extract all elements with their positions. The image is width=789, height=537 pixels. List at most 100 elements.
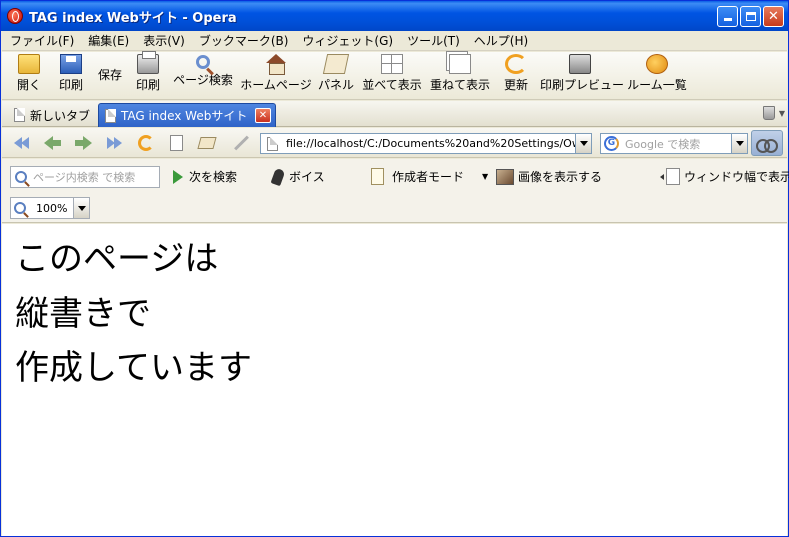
find-bar: ページ内検索 で検索 次を検索 ボイス 作成者モード ▼ 画像を表示する ウィン… [2,159,789,193]
close-icon: ✕ [768,9,779,24]
page-icon [105,108,116,123]
address-input[interactable]: file://localhost/C:/Documents%20and%20Se… [286,137,576,150]
minimize-icon [724,18,732,21]
reload-nav-icon[interactable] [138,135,154,151]
image-icon [496,168,514,185]
tile-icon [381,54,403,74]
open-button[interactable]: 開く [16,54,42,98]
author-mode-label: 作成者モード [392,170,465,184]
author-mode-button[interactable]: 作成者モード ▼ [371,168,488,185]
trash-dropdown-icon[interactable]: ▼ [779,109,785,118]
search-icon [15,171,27,183]
tab-close-icon[interactable]: ✕ [255,108,271,123]
author-mode-dropdown-icon[interactable]: ▼ [482,172,488,181]
content-line-2: 縦書きで [15,294,151,334]
cascade-label: 重ねて表示 [430,78,491,92]
page-search-input[interactable]: ページ内検索 で検索 [10,166,160,188]
address-bar[interactable]: file://localhost/C:/Documents%20and%20Se… [260,133,592,154]
document-icon [371,168,384,185]
back-icon[interactable] [44,135,62,151]
find-next-label: 次を検索 [189,170,238,184]
minimize-button[interactable] [717,6,738,27]
microphone-icon [270,167,286,186]
trash-icon[interactable] [763,106,775,120]
show-images-button[interactable]: 画像を表示する [496,168,602,185]
disk-icon [60,54,82,74]
show-images-label: 画像を表示する [518,170,603,184]
page-search-button[interactable]: ページ検索 [172,54,234,98]
fast-forward-icon[interactable] [105,135,123,151]
content-line-3: 作成しています [15,348,252,388]
zoom-select[interactable]: 100% [10,197,90,219]
title-bar[interactable]: TAG index Webサイト - Opera ✕ [1,1,788,31]
save-disk-button[interactable]: 印刷 [56,54,86,98]
tab-bar: 新しいタブ TAG index Webサイト ✕ ▼ [2,101,787,127]
close-button[interactable]: ✕ [763,6,784,27]
window-controls: ✕ [717,6,784,27]
cascade-button[interactable]: 重ねて表示 [430,54,490,98]
menu-file[interactable]: ファイル(F) [2,32,80,49]
folder-icon [18,54,40,74]
panel-button[interactable]: パネル [316,54,356,98]
panel-label: パネル [317,78,354,92]
new-page-icon [14,108,25,122]
print-preview-button[interactable]: 印刷プレビュー [540,54,624,98]
wand-icon[interactable] [197,137,217,149]
main-toolbar: 開く 印刷 保存 印刷 ページ検索 ホームページ パネル 並べて表示 重ねて表示… [2,51,787,100]
browser-window: TAG index Webサイト - Opera ✕ ファイル(F) 編集(E)… [0,0,789,537]
menu-tools[interactable]: ツール(T) [399,32,466,49]
voice-label: ボイス [289,170,325,184]
new-tab-button[interactable]: 新しいタブ [8,103,94,127]
find-next-button[interactable]: 次を検索 [173,168,237,185]
tile-button[interactable]: 並べて表示 [362,54,422,98]
home-button[interactable]: ホームページ [240,54,312,98]
magnifier-icon [196,55,210,69]
print-preview-icon [569,54,591,74]
maximize-icon [746,12,756,21]
zoom-bar: 100% [2,193,787,223]
menu-bar: ファイル(F) 編集(E) 表示(V) ブックマーク(B) ウィジェット(G) … [2,31,787,51]
zoom-dropdown-icon[interactable] [73,198,89,218]
window-title: TAG index Webサイト - Opera [29,10,237,26]
google-search-field[interactable]: G Google で検索 [600,133,748,154]
page-search-placeholder: ページ内検索 で検索 [33,171,136,184]
rewind-icon[interactable] [14,135,32,151]
content-line-1: このページは [15,239,219,279]
google-icon: G [604,136,619,151]
print-button[interactable]: 印刷 [133,51,163,98]
fit-width-label: ウィンドウ幅で表示 [684,170,789,184]
reload-label: 更新 [503,78,528,92]
voice-button[interactable]: ボイス [270,167,325,186]
reload-icon [505,54,527,74]
reload-button[interactable]: 更新 [502,54,530,98]
menu-bookmarks[interactable]: ブックマーク(B) [191,32,295,49]
cascade-icon [449,54,471,74]
address-dropdown-icon[interactable] [575,134,591,153]
search-engine-dropdown-icon[interactable] [731,134,747,153]
forward-icon[interactable] [74,135,92,151]
new-page-nav-icon[interactable] [170,135,183,151]
panel-icon [322,54,350,74]
file-icon [267,136,278,151]
play-icon [173,169,183,184]
pen-icon[interactable] [234,135,249,151]
fit-to-width-icon [660,168,680,185]
menu-edit[interactable]: 編集(E) [80,32,135,49]
save-label: 保存 [97,68,122,82]
search-placeholder: Google で検索 [625,137,701,151]
navigation-bar: file://localhost/C:/Documents%20and%20Se… [2,128,787,158]
new-tab-label: 新しいタブ [30,108,91,123]
glasses-icon[interactable] [751,130,783,156]
menu-view[interactable]: 表示(V) [135,32,191,49]
tab-active[interactable]: TAG index Webサイト ✕ [98,103,276,127]
page-search-label: ページ検索 [173,73,233,87]
fit-width-button[interactable]: ウィンドウ幅で表示 [660,168,789,185]
home-icon [265,54,287,75]
maximize-button[interactable] [740,6,761,27]
menu-widgets[interactable]: ウィジェット(G) [294,32,399,49]
menu-help[interactable]: ヘルプ(H) [466,32,534,49]
chat-bubble-icon [646,54,668,74]
rooms-button[interactable]: ルーム一覧 [626,54,688,98]
page-content: このページは 縦書きで 作成しています [2,224,787,536]
print-label: 印刷 [58,78,83,92]
